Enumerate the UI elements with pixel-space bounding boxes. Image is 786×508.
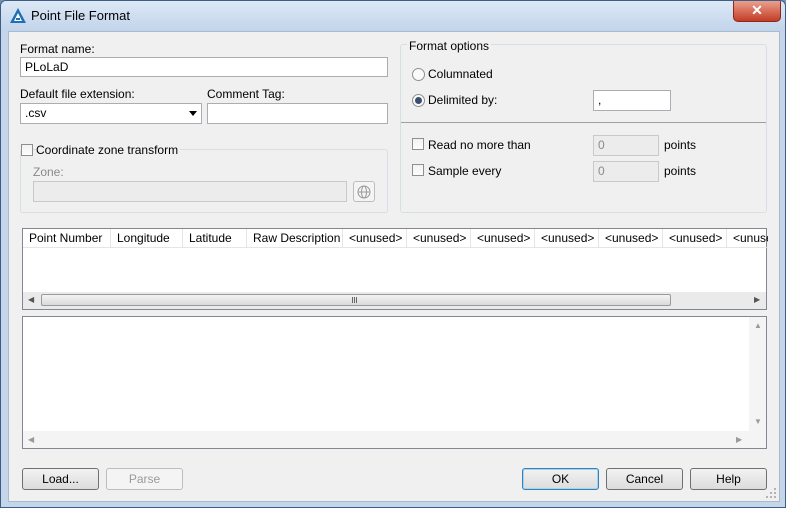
dialog-client: Format name: PLoLaD Default file extensi… (8, 31, 780, 502)
column-header[interactable]: Raw Description (247, 229, 343, 247)
column-header-row: Point Number Longitude Latitude Raw Desc… (23, 229, 768, 248)
columnated-label: Columnated (428, 67, 493, 81)
read-no-more-label: Read no more than (428, 138, 531, 152)
close-icon: ✕ (751, 2, 763, 18)
format-name-label: Format name: (20, 42, 95, 56)
close-button[interactable]: ✕ (733, 1, 781, 22)
delimited-radio[interactable] (412, 94, 425, 107)
sample-points-label: points (664, 164, 697, 178)
comment-tag-field[interactable] (207, 103, 388, 124)
column-header[interactable]: <unused> (599, 229, 663, 247)
sample-every-field[interactable]: 0 (593, 161, 659, 182)
options-divider (401, 122, 766, 123)
column-grid: Point Number Longitude Latitude Raw Desc… (22, 228, 768, 310)
cancel-button[interactable]: Cancel (606, 468, 683, 490)
coordinate-zone-checkbox[interactable] (21, 144, 33, 156)
format-name-field[interactable]: PLoLaD (20, 57, 388, 77)
load-button[interactable]: Load... (22, 468, 99, 490)
window-title: Point File Format (31, 8, 130, 23)
zone-browse-button[interactable] (353, 181, 375, 202)
scroll-up-icon[interactable]: ▲ (754, 321, 762, 330)
preview-pane[interactable]: ▲ ▼ ◀ ▶ (22, 316, 767, 449)
preview-vertical-scrollbar[interactable]: ▲ ▼ (749, 317, 766, 431)
scroll-left-icon[interactable]: ◀ (28, 295, 34, 304)
preview-scroll-left-icon[interactable]: ◀ (28, 435, 34, 444)
globe-icon (357, 185, 371, 199)
chevron-down-icon (189, 111, 197, 116)
extension-dropdown[interactable]: .csv (20, 103, 202, 124)
title-bar[interactable]: Point File Format ✕ (1, 1, 785, 31)
comment-tag-label: Comment Tag: (207, 87, 285, 101)
scroll-right-icon[interactable]: ▶ (754, 295, 760, 304)
scroll-down-icon[interactable]: ▼ (754, 417, 762, 426)
dialog-window: Point File Format ✕ Format name: PLoLaD … (0, 0, 786, 508)
sample-every-checkbox[interactable] (412, 164, 424, 176)
zone-field[interactable] (33, 181, 347, 202)
column-header[interactable]: <unused> (663, 229, 727, 247)
column-header[interactable]: <unused> (407, 229, 471, 247)
column-header[interactable]: <unused> (535, 229, 599, 247)
delimited-label: Delimited by: (428, 93, 498, 107)
column-header[interactable]: Longitude (111, 229, 183, 247)
coordinate-zone-label: Coordinate zone transform (36, 143, 181, 157)
format-options-legend: Format options (407, 39, 492, 53)
preview-horizontal-scrollbar[interactable]: ◀ ▶ (23, 431, 766, 448)
extension-label: Default file extension: (20, 87, 135, 101)
ok-button[interactable]: OK (522, 468, 599, 490)
preview-scroll-right-icon[interactable]: ▶ (736, 435, 742, 444)
extension-value: .csv (25, 106, 47, 120)
resize-grip-icon[interactable] (765, 487, 777, 499)
column-header[interactable]: <unused> (343, 229, 407, 247)
column-header[interactable]: Latitude (183, 229, 247, 247)
help-button[interactable]: Help (690, 468, 767, 490)
grid-horizontal-scrollbar[interactable]: ◀ ▶ (23, 292, 766, 309)
zone-label: Zone: (33, 165, 64, 179)
read-points-label: points (664, 138, 697, 152)
read-no-more-field[interactable]: 0 (593, 135, 659, 156)
parse-button[interactable]: Parse (106, 468, 183, 490)
app-logo-icon (10, 8, 26, 23)
sample-every-label: Sample every (428, 164, 502, 178)
column-header[interactable]: <unuse (727, 229, 768, 247)
column-header[interactable]: Point Number (23, 229, 111, 247)
columnated-radio[interactable] (412, 68, 425, 81)
read-no-more-checkbox[interactable] (412, 138, 424, 150)
grid-scroll-thumb[interactable] (41, 294, 671, 306)
delimiter-field[interactable]: , (593, 90, 671, 111)
column-header[interactable]: <unused> (471, 229, 535, 247)
